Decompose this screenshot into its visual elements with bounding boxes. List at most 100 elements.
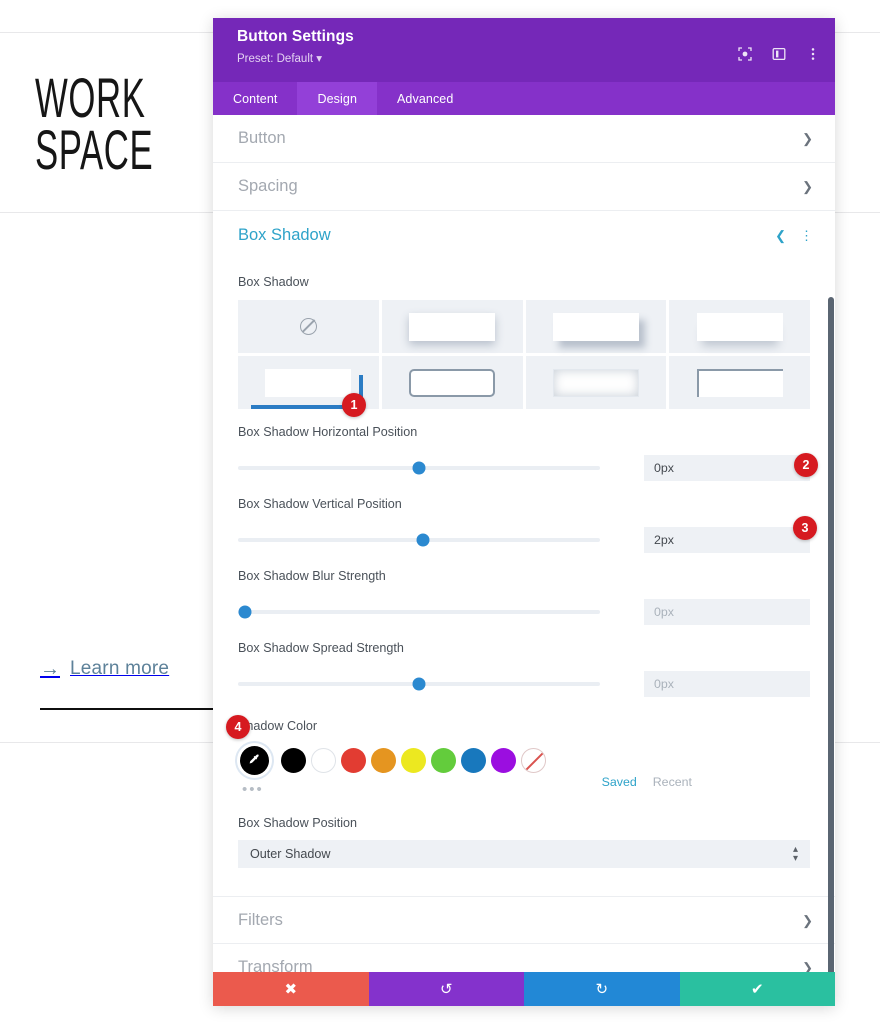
slider-row-spread-strength: Box Shadow Spread Strength 0px: [238, 641, 810, 697]
annotation-badge-4: 4: [226, 715, 250, 739]
eyedropper-color-picker[interactable]: [240, 745, 269, 775]
accordion-filters[interactable]: Filters ❯: [213, 896, 835, 944]
box-shadow-options-icon[interactable]: ⋮: [800, 229, 813, 242]
input-horizontal-position[interactable]: 0px: [644, 455, 810, 481]
recent-colors-tab[interactable]: Recent: [653, 775, 692, 789]
header-icon-group: [737, 46, 821, 62]
shadow-color-swatches: [238, 745, 810, 775]
accordion-filters-label: Filters: [238, 910, 283, 929]
preset-selector[interactable]: Preset: Default ▾: [237, 51, 819, 65]
input-value-vertical-position: 2px: [654, 533, 674, 547]
input-blur-strength[interactable]: 0px: [644, 599, 810, 625]
slider-handle-spread-strength[interactable]: [412, 677, 426, 691]
preset-soft-bottom[interactable]: [381, 300, 523, 353]
slider-row-horizontal-position: Box Shadow Horizontal Position 0px: [238, 425, 810, 481]
cancel-button[interactable]: ✖: [213, 972, 369, 1006]
fullscreen-icon[interactable]: [737, 46, 753, 62]
chevron-down-icon: ❯: [802, 960, 813, 972]
accordion-transform[interactable]: Transform ❯: [213, 944, 835, 972]
preset-outline-rounded[interactable]: [381, 356, 523, 409]
modal-header: Button Settings Preset: Default ▾: [213, 18, 835, 82]
slider-row-vertical-position: Box Shadow Vertical Position 2px: [238, 497, 810, 553]
vertical-scrollbar[interactable]: [828, 297, 834, 972]
preset-none[interactable]: [238, 300, 379, 353]
swatch-black[interactable]: [281, 747, 306, 773]
accordion-spacing-label: Spacing: [238, 177, 298, 195]
slider-label-spread-strength: Box Shadow Spread Strength: [238, 641, 404, 655]
swatch-transparent[interactable]: [521, 747, 546, 773]
slider-handle-blur-strength[interactable]: [238, 605, 252, 619]
more-colors-icon[interactable]: •••: [242, 781, 264, 798]
tab-advanced[interactable]: Advanced: [377, 82, 473, 115]
arrow-right-icon: →: [40, 658, 60, 680]
box-shadow-position-value: Outer Shadow: [250, 847, 331, 861]
accordion-transform-label: Transform: [238, 958, 313, 972]
undo-button[interactable]: ↺: [368, 972, 524, 1006]
accordion-spacing[interactable]: Spacing ❯: [213, 163, 835, 211]
input-vertical-position[interactable]: 2px: [644, 527, 810, 553]
box-shadow-position-section: Box Shadow Position Outer Shadow ▴ ▾: [238, 816, 810, 890]
accordion-box-shadow[interactable]: Box Shadow ❮ ⋮: [213, 211, 835, 259]
chevron-down-icon: ❯: [802, 179, 813, 194]
slider-label-vertical-position: Box Shadow Vertical Position: [238, 497, 402, 511]
swatch-purple[interactable]: [491, 747, 516, 773]
more-vertical-icon[interactable]: [805, 46, 821, 62]
learn-more-label: Learn more: [70, 658, 170, 679]
swatch-blue[interactable]: [461, 747, 486, 773]
tab-design[interactable]: Design: [297, 82, 377, 115]
learn-more-link[interactable]: → Learn more: [40, 658, 169, 680]
site-logo: WORK SPACE: [35, 66, 153, 177]
box-shadow-field-label: Box Shadow: [238, 275, 309, 289]
save-button[interactable]: ✔: [679, 972, 835, 1006]
input-value-spread-strength: 0px: [654, 677, 674, 691]
redo-button[interactable]: ↻: [524, 972, 680, 1006]
annotation-badge-1: 1: [342, 393, 366, 417]
slider-track-horizontal-position[interactable]: [238, 461, 600, 475]
shadow-color-section: Shadow Color ••• Saved Recent: [238, 719, 810, 798]
button-settings-modal: Button Settings Preset: Default ▾ Conten…: [213, 18, 835, 1006]
swatch-white[interactable]: [311, 747, 336, 773]
modal-footer: ✖ ↺ ↻ ✔: [213, 972, 835, 1006]
select-arrows-icon: ▴ ▾: [792, 843, 798, 864]
annotation-badge-2: 2: [794, 453, 818, 477]
slider-label-horizontal-position: Box Shadow Horizontal Position: [238, 425, 418, 439]
chevron-up-icon: ❮: [775, 227, 786, 243]
slider-label-blur-strength: Box Shadow Blur Strength: [238, 569, 386, 583]
accordion-box-shadow-label: Box Shadow: [238, 225, 331, 244]
swatch-red[interactable]: [341, 747, 366, 773]
slider-handle-vertical-position[interactable]: [416, 533, 430, 547]
layout-panel-icon[interactable]: [771, 46, 787, 62]
slider-track-blur-strength[interactable]: [238, 605, 600, 619]
preset-offset-right-bottom[interactable]: [525, 300, 667, 353]
input-value-blur-strength: 0px: [654, 605, 674, 619]
settings-scroll-area: Button ❯ Spacing ❯ Box Shadow ❮ ⋮ Box Sh…: [213, 115, 835, 972]
box-shadow-position-label: Box Shadow Position: [238, 816, 358, 830]
slider-track-spread-strength[interactable]: [238, 677, 600, 691]
swatch-yellow[interactable]: [401, 747, 426, 773]
no-shadow-icon: [299, 318, 317, 335]
input-spread-strength[interactable]: 0px: [644, 671, 810, 697]
box-shadow-preset-grid: [238, 300, 810, 409]
tab-content[interactable]: Content: [213, 82, 297, 115]
box-shadow-section: Box Shadow Box Shadow Horizontal Positio…: [213, 259, 835, 896]
accordion-button[interactable]: Button ❯: [213, 115, 835, 163]
modal-tabs: Content Design Advanced: [213, 82, 835, 115]
logo-line-1: WORK: [35, 66, 146, 129]
box-shadow-position-select[interactable]: Outer Shadow ▴ ▾: [238, 840, 810, 868]
slider-track-vertical-position[interactable]: [238, 533, 600, 547]
modal-title: Button Settings: [237, 28, 354, 45]
input-value-horizontal-position: 0px: [654, 461, 674, 475]
modal-body: Button ❯ Spacing ❯ Box Shadow ❮ ⋮ Box Sh…: [213, 115, 835, 972]
saved-colors-tab[interactable]: Saved: [602, 775, 637, 789]
preset-inner-glow[interactable]: [525, 356, 667, 409]
annotation-badge-3: 3: [793, 516, 817, 540]
slider-row-blur-strength: Box Shadow Blur Strength 0px: [238, 569, 810, 625]
chevron-down-icon: ❯: [802, 912, 813, 928]
slider-handle-horizontal-position[interactable]: [412, 461, 426, 475]
chevron-down-icon: ❯: [802, 131, 813, 146]
preset-deep-bottom[interactable]: [669, 300, 810, 353]
swatch-orange[interactable]: [371, 747, 396, 773]
screen: WORK SPACE → Learn more Button Settings …: [0, 0, 880, 1035]
swatch-green[interactable]: [431, 747, 456, 773]
preset-inset-top-left[interactable]: [669, 356, 810, 409]
